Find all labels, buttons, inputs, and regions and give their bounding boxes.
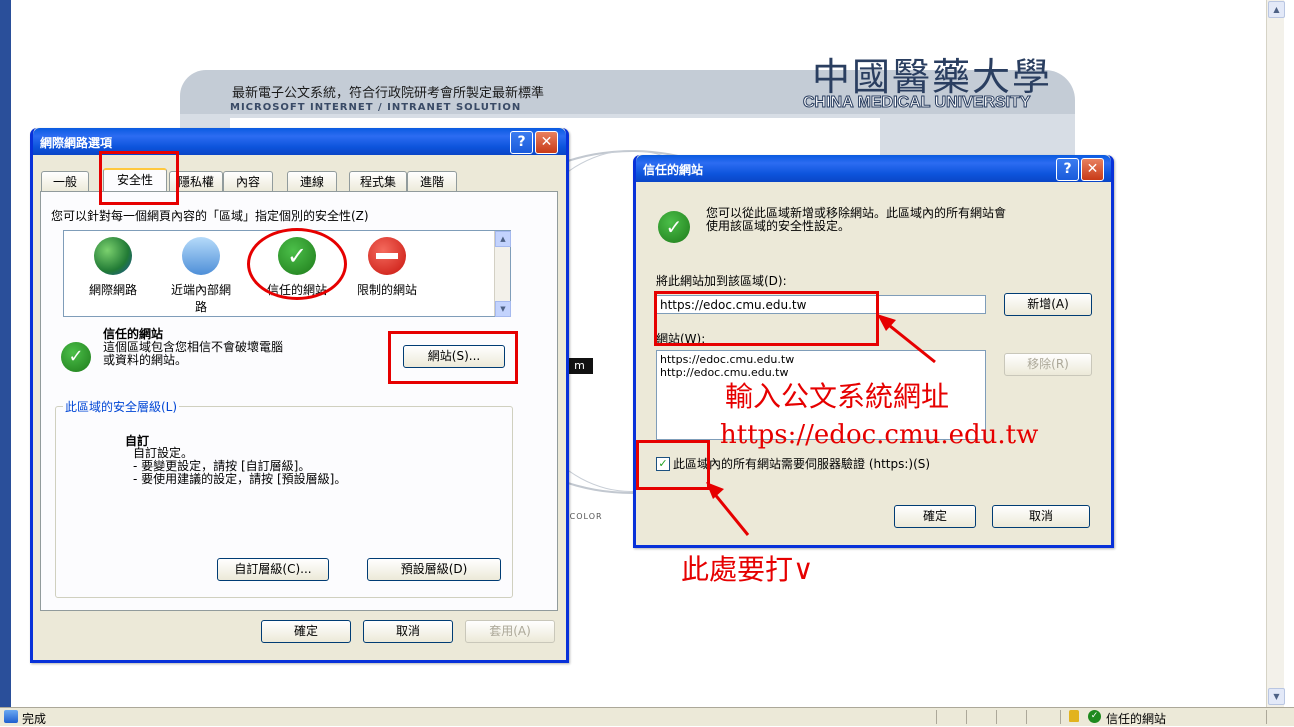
annotation-url-note: 輸入公文系統網址: [725, 380, 950, 413]
annotation-arrows: [706, 314, 936, 536]
status-separator: [996, 710, 997, 724]
check-icon: ✓: [1088, 710, 1101, 723]
arrowhead-icon: [706, 482, 724, 499]
status-separator: [936, 710, 937, 724]
status-separator: [1060, 710, 1061, 724]
arrow-line: [711, 491, 750, 536]
zone-indicator: 信任的網站: [1106, 712, 1167, 726]
annotation-check-note: 此處要打∨: [681, 553, 814, 586]
page-icon: [4, 710, 18, 723]
annotation-url-value: https://edoc.cmu.edu.tw: [720, 420, 1039, 450]
status-bar: 完成 ✓ 信任的網站: [0, 707, 1294, 726]
status-separator: [1266, 710, 1267, 724]
arrow-line: [884, 320, 936, 364]
status-text: 完成: [22, 712, 47, 726]
lock-icon: [1069, 710, 1079, 722]
status-separator: [966, 710, 967, 724]
status-separator: [1026, 710, 1027, 724]
